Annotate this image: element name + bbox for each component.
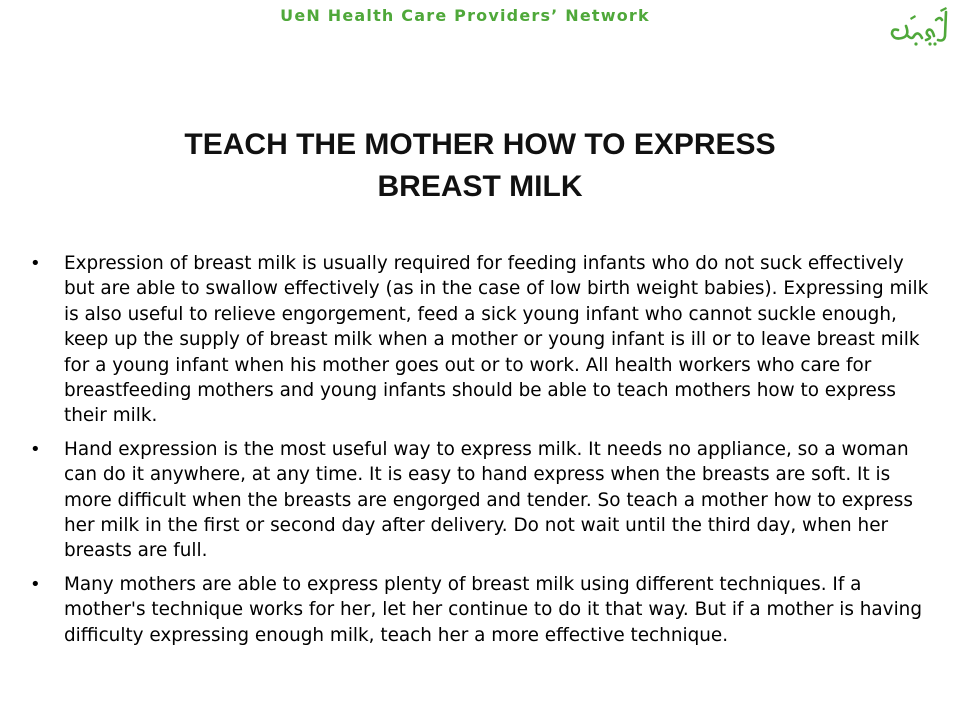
bullet-text: Hand expression is the most useful way t… xyxy=(64,438,913,562)
bullet-item: • Expression of breast milk is usually r… xyxy=(30,251,935,429)
slide-title: TEACH THE MOTHER HOW TO EXPRESS BREAST M… xyxy=(60,124,900,208)
bullet-text: Expression of breast milk is usually req… xyxy=(64,253,929,427)
urdu-calligraphy-logo-icon xyxy=(890,7,948,46)
network-header: UeN Health Care Providers’ Network xyxy=(280,6,650,25)
slide-title-line-2: BREAST MILK xyxy=(377,170,583,203)
bullet-dot-icon: • xyxy=(30,573,41,595)
bullet-list: • Expression of breast milk is usually r… xyxy=(30,251,935,656)
bullet-text: Many mothers are able to express plenty … xyxy=(64,573,923,646)
bullet-item: • Many mothers are able to express plent… xyxy=(30,572,935,648)
bullet-dot-icon: • xyxy=(30,438,41,460)
slide-title-line-1: TEACH THE MOTHER HOW TO EXPRESS xyxy=(184,128,776,161)
bullet-dot-icon: • xyxy=(30,253,41,274)
bullet-item: • Hand expression is the most useful way… xyxy=(30,437,935,564)
